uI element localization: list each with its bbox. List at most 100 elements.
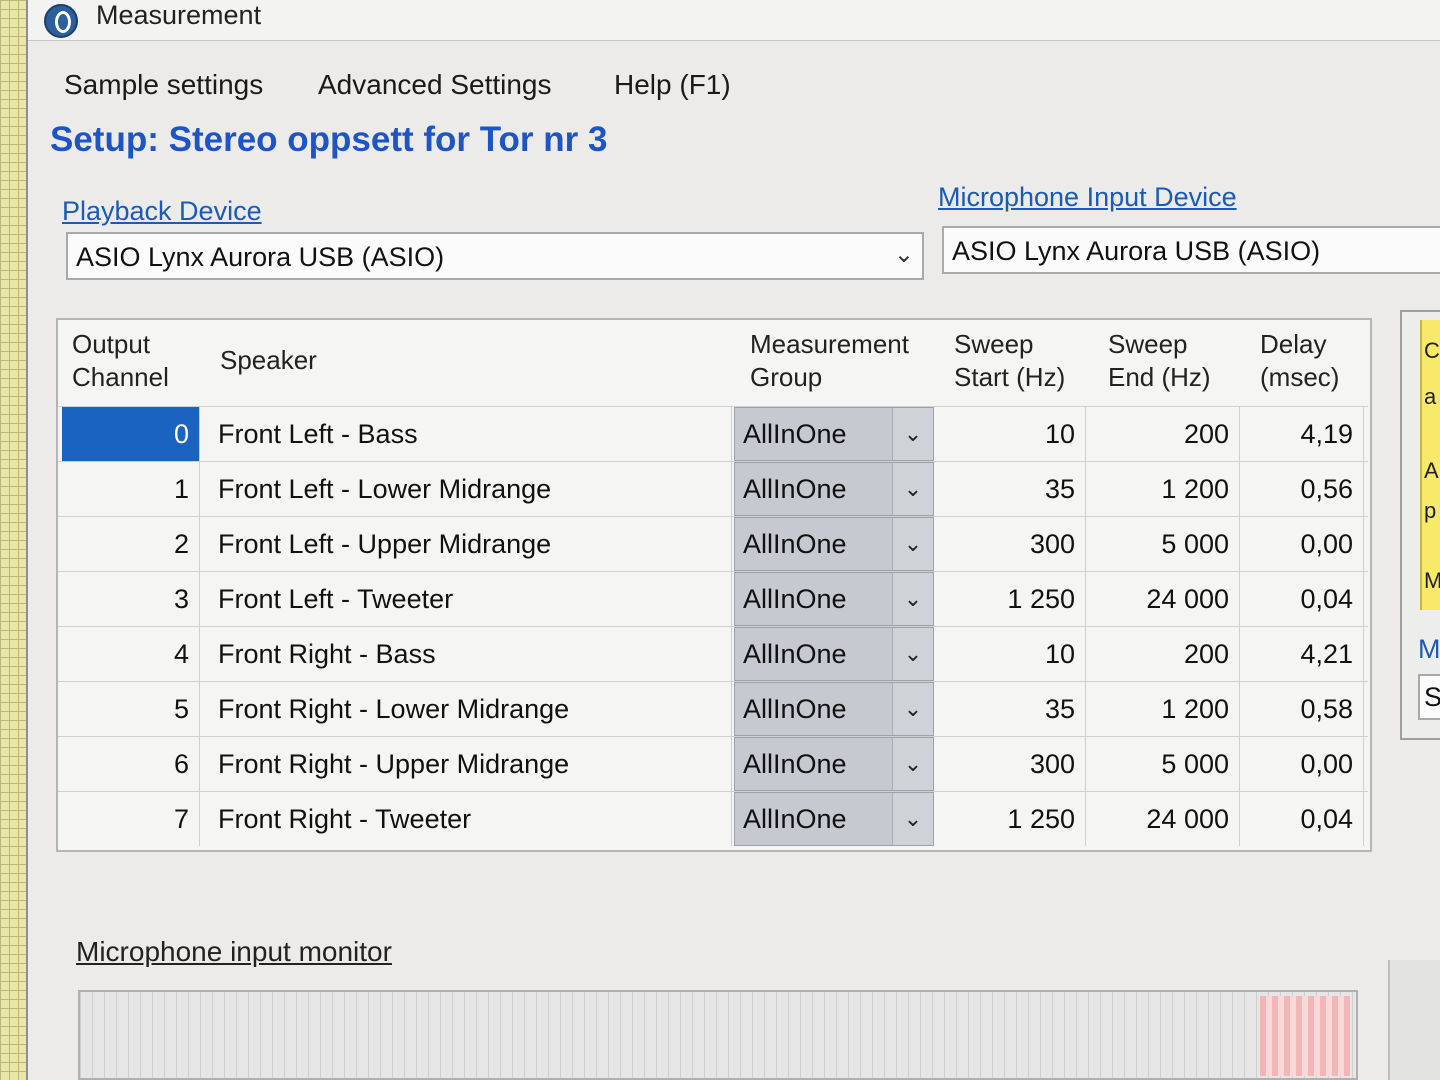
menu-sample-settings[interactable]: Sample settings [64, 69, 263, 101]
measurement-group-select[interactable]: AllInOne ⌄ [734, 792, 934, 846]
sweep-end-cell[interactable]: 24 000 [1088, 572, 1240, 626]
delay-cell[interactable]: 4,19 [1242, 407, 1364, 461]
table-row[interactable]: 0 Front Left - Bass AllInOne ⌄ 10 200 4,19 [58, 406, 1368, 462]
table-row[interactable]: 6 Front Right - Upper Midrange AllInOne ⌄ 30… [58, 736, 1368, 792]
chevron-down-icon[interactable]: ⌄ [892, 793, 933, 845]
output-channel-cell[interactable]: 0 [62, 407, 200, 461]
right-lower-panel [1388, 960, 1440, 1080]
side-panel: C a A p M M S [1400, 310, 1440, 740]
header-output-channel[interactable]: Output Channel [72, 328, 169, 394]
header-line: End (Hz) [1108, 362, 1211, 392]
side-info-panel: C a A p M [1420, 320, 1440, 610]
playback-device-label[interactable]: Playback Device [62, 196, 262, 227]
measurement-group-select[interactable]: AllInOne ⌄ [734, 462, 934, 516]
delay-cell[interactable]: 0,56 [1242, 462, 1364, 516]
header-line: Start (Hz) [954, 362, 1066, 392]
measurement-group-select[interactable]: AllInOne ⌄ [734, 627, 934, 681]
side-link[interactable]: M [1418, 634, 1440, 665]
output-channel-cell[interactable]: 4 [62, 627, 200, 681]
delay-cell[interactable]: 0,00 [1242, 737, 1364, 791]
header-delay[interactable]: Delay (msec) [1260, 328, 1339, 394]
menu-advanced-settings[interactable]: Advanced Settings [318, 69, 552, 101]
measurement-group-value: AllInOne [743, 749, 847, 779]
measurement-group-value: AllInOne [743, 529, 847, 559]
delay-cell[interactable]: 4,21 [1242, 627, 1364, 681]
header-line: Sweep [1108, 329, 1188, 359]
speaker-cell[interactable]: Front Left - Tweeter [208, 572, 732, 626]
header-measurement-group[interactable]: Measurement Group [750, 328, 909, 394]
table-row[interactable]: 2 Front Left - Upper Midrange AllInOne ⌄ 300… [58, 516, 1368, 572]
sweep-end-cell[interactable]: 1 200 [1088, 682, 1240, 736]
delay-cell[interactable]: 0,58 [1242, 682, 1364, 736]
sweep-start-cell[interactable]: 300 [936, 737, 1086, 791]
speaker-cell[interactable]: Front Left - Upper Midrange [208, 517, 732, 571]
sweep-end-cell[interactable]: 200 [1088, 407, 1240, 461]
speaker-cell[interactable]: Front Right - Upper Midrange [208, 737, 732, 791]
table-row[interactable]: 3 Front Left - Tweeter AllInOne ⌄ 1 250 24 00… [58, 571, 1368, 627]
output-channel-cell[interactable]: 1 [62, 462, 200, 516]
header-line: Channel [72, 362, 169, 392]
output-channel-cell[interactable]: 6 [62, 737, 200, 791]
speaker-cell[interactable]: Front Left - Lower Midrange [208, 462, 732, 516]
table-row[interactable]: 4 Front Right - Bass AllInOne ⌄ 10 200 4,21 [58, 626, 1368, 682]
playback-device-value: ASIO Lynx Aurora USB (ASIO) [76, 242, 445, 272]
speaker-cell[interactable]: Front Right - Lower Midrange [208, 682, 732, 736]
header-sweep-end[interactable]: Sweep End (Hz) [1108, 328, 1211, 394]
menu-bar: Sample settings Advanced Settings Help (… [28, 55, 1440, 117]
sweep-end-cell[interactable]: 24 000 [1088, 792, 1240, 846]
microphone-device-select[interactable]: ASIO Lynx Aurora USB (ASIO) [942, 226, 1440, 274]
sweep-end-cell[interactable]: 1 200 [1088, 462, 1240, 516]
speaker-cell[interactable]: Front Left - Bass [208, 407, 732, 461]
sweep-end-cell[interactable]: 5 000 [1088, 517, 1240, 571]
sweep-start-cell[interactable]: 35 [936, 462, 1086, 516]
header-sweep-start[interactable]: Sweep Start (Hz) [954, 328, 1065, 394]
sweep-start-cell[interactable]: 10 [936, 627, 1086, 681]
header-speaker[interactable]: Speaker [220, 344, 317, 377]
output-channel-cell[interactable]: 3 [62, 572, 200, 626]
sweep-start-cell[interactable]: 1 250 [936, 572, 1086, 626]
window-title: Measurement [96, 0, 262, 30]
speaker-cell[interactable]: Front Right - Bass [208, 627, 732, 681]
side-letter: A [1424, 458, 1439, 483]
side-input[interactable]: S [1418, 674, 1440, 720]
header-line: (msec) [1260, 362, 1340, 392]
background-graph-strip [0, 0, 26, 1080]
delay-cell[interactable]: 0,04 [1242, 572, 1364, 626]
sweep-end-cell[interactable]: 200 [1088, 627, 1240, 681]
measurement-group-select[interactable]: AllInOne ⌄ [734, 737, 934, 791]
mic-input-monitor [78, 990, 1358, 1080]
delay-cell[interactable]: 0,04 [1242, 792, 1364, 846]
menu-help[interactable]: Help (F1) [614, 69, 731, 101]
delay-cell[interactable]: 0,00 [1242, 517, 1364, 571]
output-channel-cell[interactable]: 5 [62, 682, 200, 736]
chevron-down-icon[interactable]: ⌄ [892, 628, 933, 680]
speaker-cell[interactable]: Front Right - Tweeter [208, 792, 732, 846]
measurement-group-select[interactable]: AllInOne ⌄ [734, 517, 934, 571]
measurement-group-value: AllInOne [743, 639, 847, 669]
setup-title: Setup: Stereo oppsett for Tor nr 3 [50, 120, 608, 159]
chevron-down-icon[interactable]: ⌄ [892, 683, 933, 735]
sweep-start-cell[interactable]: 1 250 [936, 792, 1086, 846]
measurement-group-select[interactable]: AllInOne ⌄ [734, 572, 934, 626]
sweep-start-cell[interactable]: 10 [936, 407, 1086, 461]
playback-device-select[interactable]: ASIO Lynx Aurora USB (ASIO) ⌄ [66, 232, 924, 280]
chevron-down-icon[interactable]: ⌄ [892, 463, 933, 515]
measurement-group-value: AllInOne [743, 584, 847, 614]
sweep-end-cell[interactable]: 5 000 [1088, 737, 1240, 791]
sweep-start-cell[interactable]: 35 [936, 682, 1086, 736]
microphone-device-label[interactable]: Microphone Input Device [938, 182, 1237, 213]
measurement-group-select[interactable]: AllInOne ⌄ [734, 407, 934, 461]
table-row[interactable]: 1 Front Left - Lower Midrange AllInOne ⌄ 35 1… [58, 461, 1368, 517]
chevron-down-icon[interactable]: ⌄ [892, 573, 933, 625]
chevron-down-icon[interactable]: ⌄ [892, 518, 933, 570]
table-row[interactable]: 7 Front Right - Tweeter AllInOne ⌄ 1 250 24 0… [58, 791, 1368, 847]
chevron-down-icon[interactable]: ⌄ [892, 738, 933, 790]
sweep-start-cell[interactable]: 300 [936, 517, 1086, 571]
output-channel-cell[interactable]: 7 [62, 792, 200, 846]
chevron-down-icon[interactable]: ⌄ [892, 408, 933, 460]
table-row[interactable]: 5 Front Right - Lower Midrange AllInOne ⌄ 35… [58, 681, 1368, 737]
header-line: Measurement [750, 329, 909, 359]
header-line: Output [72, 329, 151, 359]
measurement-group-select[interactable]: AllInOne ⌄ [734, 682, 934, 736]
output-channel-cell[interactable]: 2 [62, 517, 200, 571]
